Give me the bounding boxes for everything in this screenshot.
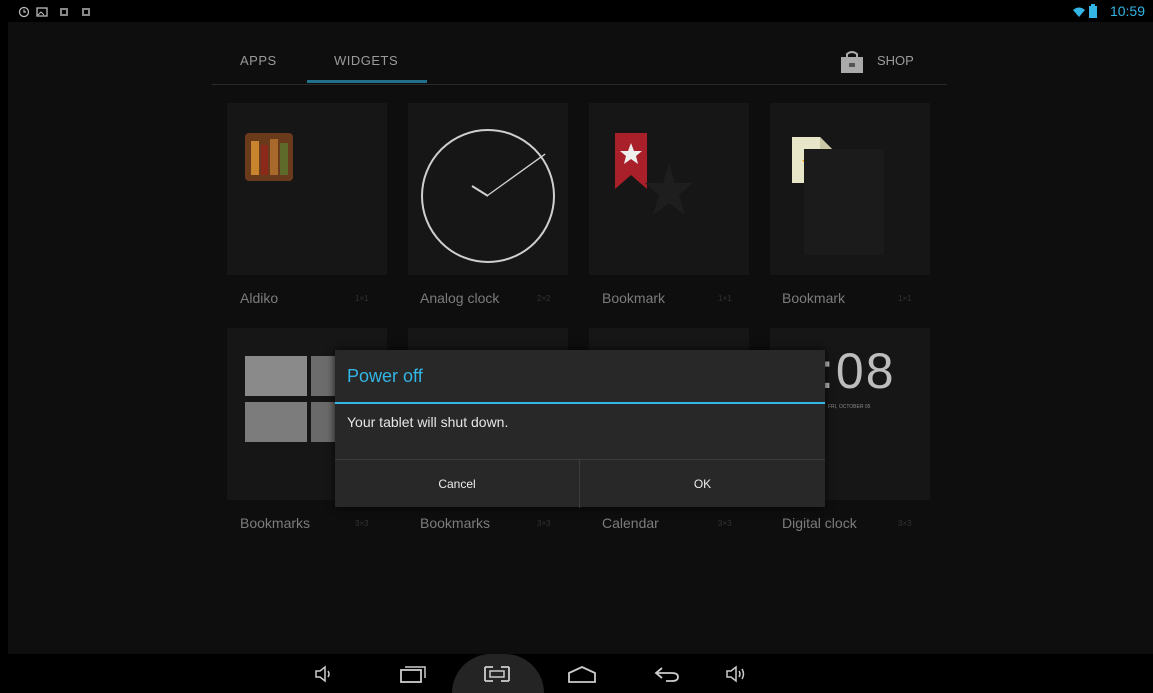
volume-down-icon[interactable] xyxy=(312,664,336,684)
widget-label: Bookmark xyxy=(602,290,666,306)
volume-up-icon[interactable] xyxy=(724,664,750,684)
widget-label: Digital clock xyxy=(782,515,857,531)
widget-drawer xyxy=(8,22,1153,654)
notification-icon xyxy=(60,8,68,16)
dialog-title-divider xyxy=(335,402,825,404)
notification-icon xyxy=(82,8,90,16)
widget-size: 1×1 xyxy=(355,294,369,303)
tabs-divider xyxy=(212,84,947,85)
wifi-icon xyxy=(1073,7,1085,17)
recent-apps-icon[interactable] xyxy=(398,664,428,684)
home-icon[interactable] xyxy=(566,664,598,684)
bookmark-thumbnail xyxy=(245,402,307,442)
bookmark-thumbnail xyxy=(245,356,307,396)
analog-clock-icon xyxy=(421,129,555,263)
widget-size: 3×3 xyxy=(537,519,551,528)
aldiko-icon xyxy=(245,133,293,181)
widget-label: Bookmarks xyxy=(420,515,491,531)
screenshot-icon xyxy=(36,7,48,17)
back-icon[interactable] xyxy=(652,664,682,684)
widget-size: 3×3 xyxy=(355,519,369,528)
ok-button[interactable]: OK xyxy=(580,460,825,508)
digital-clock-date: FRI, OCTOBER 05 xyxy=(828,404,871,410)
clock-time: 10:59 xyxy=(1109,3,1145,19)
status-bar: 10:59 xyxy=(0,0,1153,22)
widget-label: Calendar xyxy=(602,515,659,531)
screenshot-icon[interactable] xyxy=(482,664,512,684)
battery-icon xyxy=(1089,4,1097,18)
widget-label: Bookmark xyxy=(782,290,846,306)
shop-bag-icon xyxy=(841,51,863,73)
widget-size: 3×3 xyxy=(718,519,732,528)
shop-button[interactable]: SHOP xyxy=(840,50,930,74)
widget-size: 1×1 xyxy=(898,294,912,303)
bookmark-preview xyxy=(804,149,884,255)
widget-tile-analog-clock[interactable] xyxy=(408,103,568,275)
dialog-title: Power off xyxy=(347,366,423,386)
widget-label: Bookmarks xyxy=(240,515,311,531)
widget-tile-bookmark[interactable] xyxy=(589,103,749,275)
widget-label: Aldiko xyxy=(240,290,279,306)
shop-label: SHOP xyxy=(877,53,914,68)
widget-size: 2×2 xyxy=(537,294,551,303)
dialog-button-bar: Cancel OK xyxy=(335,459,825,508)
widget-size: 1×1 xyxy=(718,294,732,303)
digital-clock-time: :08 xyxy=(820,343,896,399)
widget-label: Analog clock xyxy=(420,290,500,306)
tab-indicator xyxy=(307,80,427,83)
bookmark-placeholder-icon xyxy=(645,163,693,215)
tab-widgets[interactable]: WIDGETS xyxy=(334,53,398,68)
widget-tile-bookmark[interactable] xyxy=(770,103,930,275)
widget-tile-aldiko[interactable] xyxy=(227,103,387,275)
tab-apps[interactable]: APPS xyxy=(240,53,277,68)
widget-size: 3×3 xyxy=(898,519,912,528)
dialog-message: Your tablet will shut down. xyxy=(347,414,509,430)
power-off-dialog: Power off Your tablet will shut down. Ca… xyxy=(335,350,825,508)
cancel-button[interactable]: Cancel xyxy=(335,460,579,508)
alarm-icon xyxy=(18,6,30,18)
